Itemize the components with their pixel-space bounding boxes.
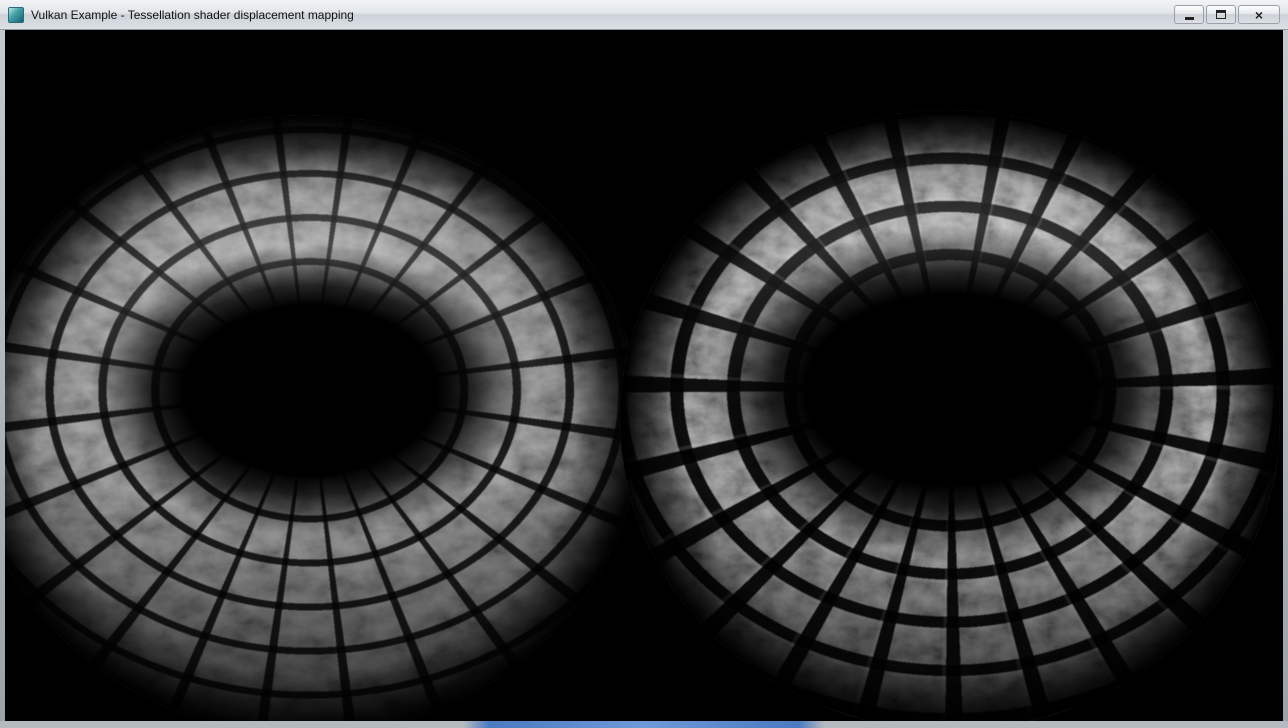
window-title: Vulkan Example - Tessellation shader dis… bbox=[31, 8, 354, 22]
close-button[interactable]: × bbox=[1238, 5, 1280, 24]
torus-left bbox=[5, 115, 640, 721]
render-viewport[interactable] bbox=[5, 30, 1283, 721]
window-bottom-border bbox=[0, 721, 1288, 728]
close-icon: × bbox=[1255, 8, 1263, 22]
app-window: Vulkan Example - Tessellation shader dis… bbox=[0, 0, 1288, 728]
titlebar[interactable]: Vulkan Example - Tessellation shader dis… bbox=[0, 0, 1288, 30]
vulkan-example-icon bbox=[8, 7, 24, 23]
minimize-icon bbox=[1185, 17, 1194, 20]
window-frame bbox=[0, 30, 1288, 721]
minimize-button[interactable] bbox=[1174, 5, 1204, 24]
torus-right bbox=[620, 110, 1280, 721]
window-controls: × bbox=[1174, 5, 1280, 24]
maximize-icon bbox=[1216, 10, 1226, 19]
torus-right-hole bbox=[700, 225, 1200, 555]
maximize-button[interactable] bbox=[1206, 5, 1236, 24]
torus-left-hole bbox=[90, 245, 530, 535]
